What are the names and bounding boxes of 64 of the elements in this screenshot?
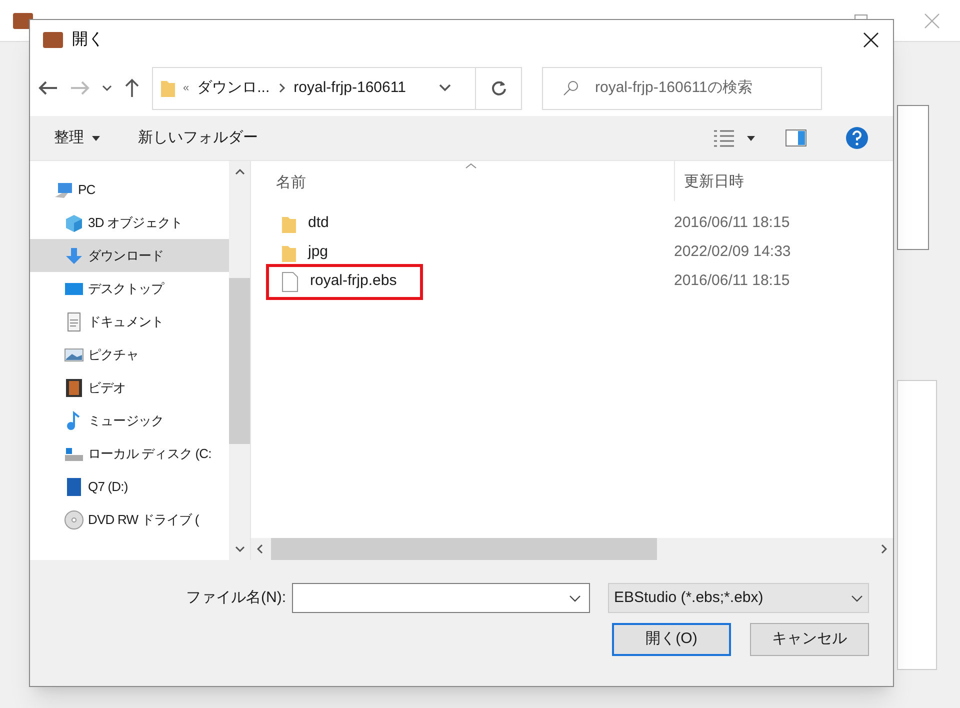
date-cell-text: 2022/02/09 14:33 [674, 242, 791, 262]
file-name-field[interactable] [292, 583, 590, 613]
download-arrow-icon [64, 246, 84, 266]
back-arrow-icon[interactable] [38, 80, 58, 96]
help-icon[interactable] [845, 126, 869, 150]
caret-icon [92, 136, 100, 140]
column-header[interactable]: 更新日時 [674, 161, 893, 201]
sidebar-item[interactable]: Q7 (D:) [30, 470, 229, 503]
chevron-right-icon[interactable] [278, 82, 286, 94]
breadcrumb[interactable]: royal-frjp-160611 [294, 76, 406, 100]
scroll-down-icon[interactable] [234, 546, 244, 552]
horizontal-scrollbar[interactable] [251, 538, 893, 560]
file-name-label: ファイル名(N): [186, 588, 286, 608]
date-cell-text: 2016/06/11 18:15 [674, 213, 790, 234]
film-icon [64, 378, 84, 398]
address-bar[interactable]: « ダウンロ... royal-frjp-160611 [152, 66, 522, 110]
scrollbar[interactable] [229, 161, 250, 560]
chevron-down-icon[interactable] [439, 84, 451, 92]
column-header[interactable]: 名前 [251, 168, 674, 194]
sidebar-item[interactable]: ダウンロード [30, 239, 229, 272]
sidebar-item[interactable]: 3D オブジェクト [30, 206, 229, 239]
search-icon [563, 80, 579, 96]
sidebar-item[interactable]: DVD RW ドライブ ( [30, 503, 229, 536]
organize-menu-button[interactable]: 整理 [54, 126, 100, 150]
sidebar-item[interactable]: ローカル ディスク (C: [30, 437, 229, 470]
scroll-up-icon[interactable] [234, 169, 244, 175]
refresh-icon [490, 79, 508, 97]
scrollbar-thumb[interactable] [271, 538, 657, 560]
sidebar-item[interactable]: ビデオ [30, 371, 229, 404]
sidebar-item[interactable]: ドキュメント [30, 305, 229, 338]
sidebar-item[interactable]: ピクチャ [30, 338, 229, 371]
scroll-left-icon[interactable] [257, 544, 263, 554]
chevron-down-icon[interactable] [102, 84, 112, 92]
sidebar-item[interactable]: デスクトップ [30, 272, 229, 305]
close-icon[interactable] [863, 32, 879, 48]
list-view-icon[interactable] [713, 128, 735, 148]
dialog-title: 開く [72, 30, 104, 50]
scroll-right-icon[interactable] [881, 544, 887, 554]
open-button[interactable]: 開く(O) [612, 623, 731, 656]
sidebar-item[interactable]: PC [30, 173, 229, 206]
cube-icon [64, 212, 84, 232]
file-type-dropdown[interactable]: EBStudio (*.ebs;*.ebx) [608, 583, 869, 613]
new-folder-button[interactable]: 新しいフォルダー [138, 126, 258, 150]
sidebar-item[interactable]: ミュージック [30, 404, 229, 437]
folder-icon [161, 79, 175, 97]
scrollbar-thumb[interactable] [229, 278, 250, 444]
memory-card-icon [64, 476, 84, 496]
sort-caret-icon [465, 163, 477, 169]
folder-icon [282, 244, 296, 262]
file-icon [282, 272, 298, 292]
cancel-button[interactable]: キャンセル [750, 623, 869, 656]
disc-icon [64, 510, 84, 530]
search-field[interactable]: royal-frjp-160611の検索 [542, 66, 822, 110]
up-arrow-icon[interactable] [124, 78, 140, 98]
chevron-down-icon [851, 594, 863, 602]
chevron-down-icon[interactable] [569, 594, 581, 602]
app-icon [42, 30, 64, 50]
date-cell-text: 2016/06/11 18:15 [674, 271, 790, 292]
caret-icon[interactable] [747, 136, 755, 140]
folder-icon [282, 214, 296, 232]
breadcrumb[interactable]: ダウンロ... [197, 76, 270, 100]
preview-pane-icon[interactable] [785, 129, 807, 147]
file-name-cell[interactable]: royal-frjp.ebs [266, 264, 423, 300]
breadcrumb-overflow[interactable]: « [183, 80, 190, 96]
